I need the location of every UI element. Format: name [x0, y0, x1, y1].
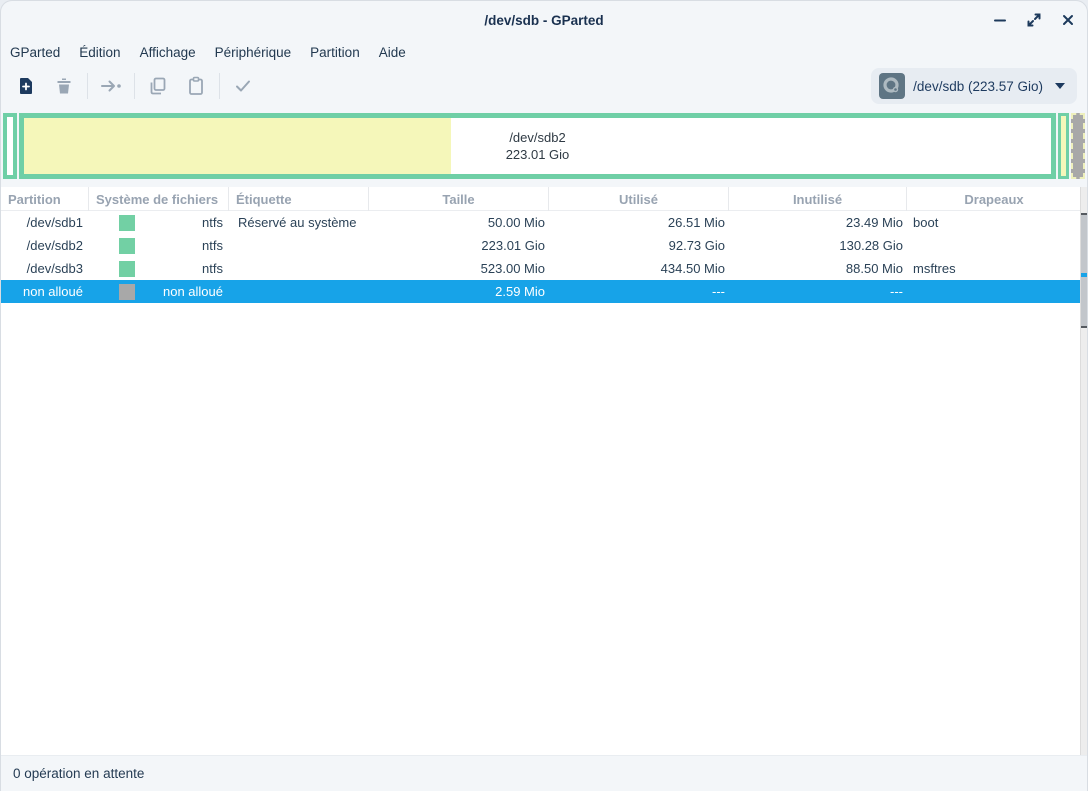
toolbar-separator — [219, 73, 220, 99]
filesystem-color-swatch — [119, 215, 135, 231]
menu-item-peripherique[interactable]: Périphérique — [214, 43, 293, 62]
column-header-used[interactable]: Utilisé — [549, 187, 729, 211]
trash-icon — [54, 76, 74, 96]
device-selector-label: /dev/sdb (223.57 Gio) — [913, 79, 1043, 94]
toolbar: /dev/sdb (223.57 Gio) — [1, 65, 1087, 107]
menu-item-aide[interactable]: Aide — [378, 43, 407, 62]
disk-segment-label: /dev/sdb2223.01 Gio — [24, 118, 1051, 174]
table-row[interactable]: non allouénon alloué2.59 Mio------ — [1, 280, 1087, 303]
window-controls — [989, 1, 1079, 39]
new-partition-icon — [16, 76, 36, 96]
minimize-icon — [992, 12, 1008, 28]
cell-size: 223.01 Gio — [369, 238, 549, 253]
column-header-label[interactable]: Étiquette — [229, 187, 369, 211]
table-body: /dev/sdb1ntfsRéservé au système50.00 Mio… — [1, 211, 1087, 303]
cell-used: --- — [549, 284, 729, 299]
cell-filesystem: ntfs — [89, 215, 229, 231]
minimize-button[interactable] — [989, 9, 1011, 31]
column-header-filesystem[interactable]: Système de fichiers — [89, 187, 229, 211]
close-icon — [1060, 12, 1076, 28]
column-header-flags[interactable]: Drapeaux — [907, 187, 1082, 211]
cell-label: Réservé au système — [229, 215, 369, 230]
cell-used: 26.51 Mio — [549, 215, 729, 230]
disk-segment--dev-sdb1[interactable] — [3, 113, 17, 179]
filesystem-name: ntfs — [135, 215, 229, 230]
cell-filesystem: ntfs — [89, 238, 229, 254]
maximize-icon — [1026, 12, 1042, 28]
filesystem-name: ntfs — [135, 261, 229, 276]
menu-item-edition[interactable]: Édition — [78, 43, 121, 62]
device-selector[interactable]: /dev/sdb (223.57 Gio) — [871, 68, 1077, 104]
copy-button[interactable] — [139, 69, 177, 103]
titlebar: /dev/sdb - GParted — [1, 1, 1087, 39]
menu-item-affichage[interactable]: Affichage — [139, 43, 197, 62]
cell-partition: /dev/sdb2 — [1, 238, 89, 253]
arrow-resize-icon — [99, 76, 123, 96]
disk-segment--dev-sdb3[interactable] — [1058, 113, 1069, 179]
delete-partition-button[interactable] — [45, 69, 83, 103]
filesystem-name: non alloué — [135, 284, 229, 299]
apply-operations-button[interactable] — [224, 69, 262, 103]
checkmark-icon — [233, 76, 253, 96]
cell-partition: non alloué — [1, 284, 89, 299]
cell-flags: msftres — [907, 261, 1082, 276]
chevron-down-icon — [1055, 83, 1065, 89]
filesystem-color-swatch — [119, 238, 135, 254]
menu-item-partition[interactable]: Partition — [309, 43, 361, 62]
filesystem-color-swatch — [119, 284, 135, 300]
filesystem-name: ntfs — [135, 238, 229, 253]
menu-item-gparted[interactable]: GParted — [9, 43, 61, 62]
statusbar: 0 opération en attente — [1, 755, 1087, 791]
disk-visual-bar: /dev/sdb2223.01 Gio — [1, 107, 1087, 187]
new-partition-button[interactable] — [7, 69, 45, 103]
cell-filesystem: ntfs — [89, 261, 229, 277]
cell-used: 434.50 Mio — [549, 261, 729, 276]
column-header-size[interactable]: Taille — [369, 187, 549, 211]
cell-size: 523.00 Mio — [369, 261, 549, 276]
pending-operations-text: 0 opération en attente — [13, 766, 144, 781]
menubar: GParted Édition Affichage Périphérique Parti… — [1, 39, 1087, 65]
cell-filesystem: non alloué — [89, 284, 229, 300]
close-button[interactable] — [1057, 9, 1079, 31]
disk-segment-non-allou-[interactable] — [1071, 113, 1085, 179]
cell-partition: /dev/sdb3 — [1, 261, 89, 276]
cell-unused: 23.49 Mio — [729, 215, 907, 230]
scrollbar-thumb[interactable] — [1081, 213, 1087, 328]
table-row[interactable]: /dev/sdb3 ntfs 523.00 Mio434.50 Mio88.50 M… — [1, 257, 1087, 280]
vertical-scrollbar[interactable] — [1080, 187, 1087, 755]
column-header-partition[interactable]: Partition — [1, 187, 89, 211]
window-title: /dev/sdb - GParted — [484, 13, 603, 28]
paste-button[interactable] — [177, 69, 215, 103]
cell-used: 92.73 Gio — [549, 238, 729, 253]
table-row[interactable]: /dev/sdb1 ntfsRéservé au système50.00 Mio… — [1, 211, 1087, 234]
paste-icon — [186, 76, 206, 96]
used-space-fill — [1061, 116, 1066, 176]
cell-size: 50.00 Mio — [369, 215, 549, 230]
toolbar-separator — [134, 73, 135, 99]
disk-segment--dev-sdb2[interactable]: /dev/sdb2223.01 Gio — [19, 113, 1056, 179]
maximize-button[interactable] — [1023, 9, 1045, 31]
cell-size: 2.59 Mio — [369, 284, 549, 299]
table-header-row: PartitionSystème de fichiersÉtiquetteTai… — [1, 187, 1087, 211]
cell-unused: 88.50 Mio — [729, 261, 907, 276]
partition-table: PartitionSystème de fichiersÉtiquetteTai… — [1, 187, 1087, 755]
hard-disk-icon — [879, 73, 905, 99]
gparted-window: /dev/sdb - GParted GParted Édition Afficha… — [0, 0, 1088, 791]
filesystem-color-swatch — [119, 261, 135, 277]
cell-partition: /dev/sdb1 — [1, 215, 89, 230]
cell-unused: --- — [729, 284, 907, 299]
column-header-unused[interactable]: Inutilisé — [729, 187, 907, 211]
scrollbar-selection-mark — [1081, 273, 1087, 277]
cell-flags: boot — [907, 215, 1082, 230]
resize-move-button[interactable] — [92, 69, 130, 103]
cell-unused: 130.28 Gio — [729, 238, 907, 253]
copy-icon — [148, 76, 168, 96]
toolbar-separator — [87, 73, 88, 99]
table-row[interactable]: /dev/sdb2 ntfs 223.01 Gio92.73 Gio130.28 G… — [1, 234, 1087, 257]
